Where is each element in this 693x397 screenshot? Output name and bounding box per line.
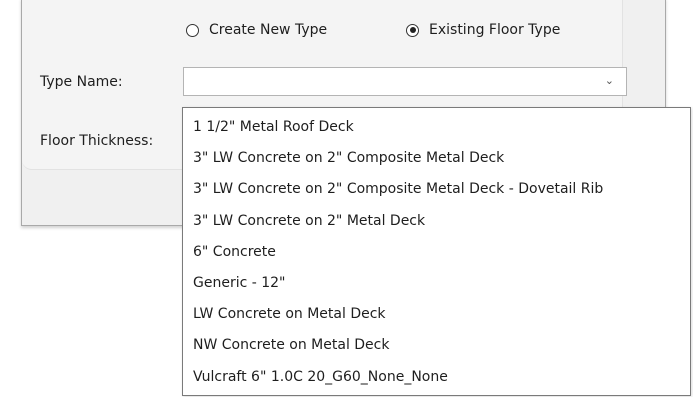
dropdown-option[interactable]: Generic - 12" (183, 268, 690, 299)
dropdown-option[interactable]: LW Concrete on Metal Deck (183, 299, 690, 330)
type-name-combobox[interactable]: ⌄ (183, 67, 627, 96)
dropdown-option[interactable]: NW Concrete on Metal Deck (183, 330, 690, 361)
type-name-label: Type Name: (40, 74, 123, 90)
dropdown-option[interactable]: 3" LW Concrete on 2" Composite Metal Dec… (183, 174, 690, 205)
existing-floor-type-radio[interactable]: Existing Floor Type (406, 20, 560, 40)
radio-button-unchecked[interactable] (186, 23, 199, 37)
create-new-type-label: Create New Type (209, 22, 328, 38)
dropdown-option[interactable]: Vulcraft 6" 1.0C 20_G60_None_None (183, 362, 690, 393)
chevron-down-icon[interactable]: ⌄ (605, 74, 614, 87)
screen: Create New Type Existing Floor Type Type… (0, 0, 693, 397)
dropdown-option[interactable]: 6" Concrete (183, 237, 690, 268)
create-new-type-radio[interactable]: Create New Type (186, 20, 327, 40)
dropdown-option[interactable]: 3" LW Concrete on 2" Metal Deck (183, 206, 690, 237)
type-name-dropdown-list[interactable]: 1 1/2" Metal Roof Deck 3" LW Concrete on… (182, 107, 691, 396)
floor-thickness-label: Floor Thickness: (40, 133, 154, 149)
dropdown-option[interactable]: 1 1/2" Metal Roof Deck (183, 112, 690, 143)
existing-floor-type-label: Existing Floor Type (429, 22, 561, 38)
dropdown-option[interactable]: 3" LW Concrete on 2" Composite Metal Dec… (183, 143, 690, 174)
radio-button-checked[interactable] (406, 23, 419, 37)
